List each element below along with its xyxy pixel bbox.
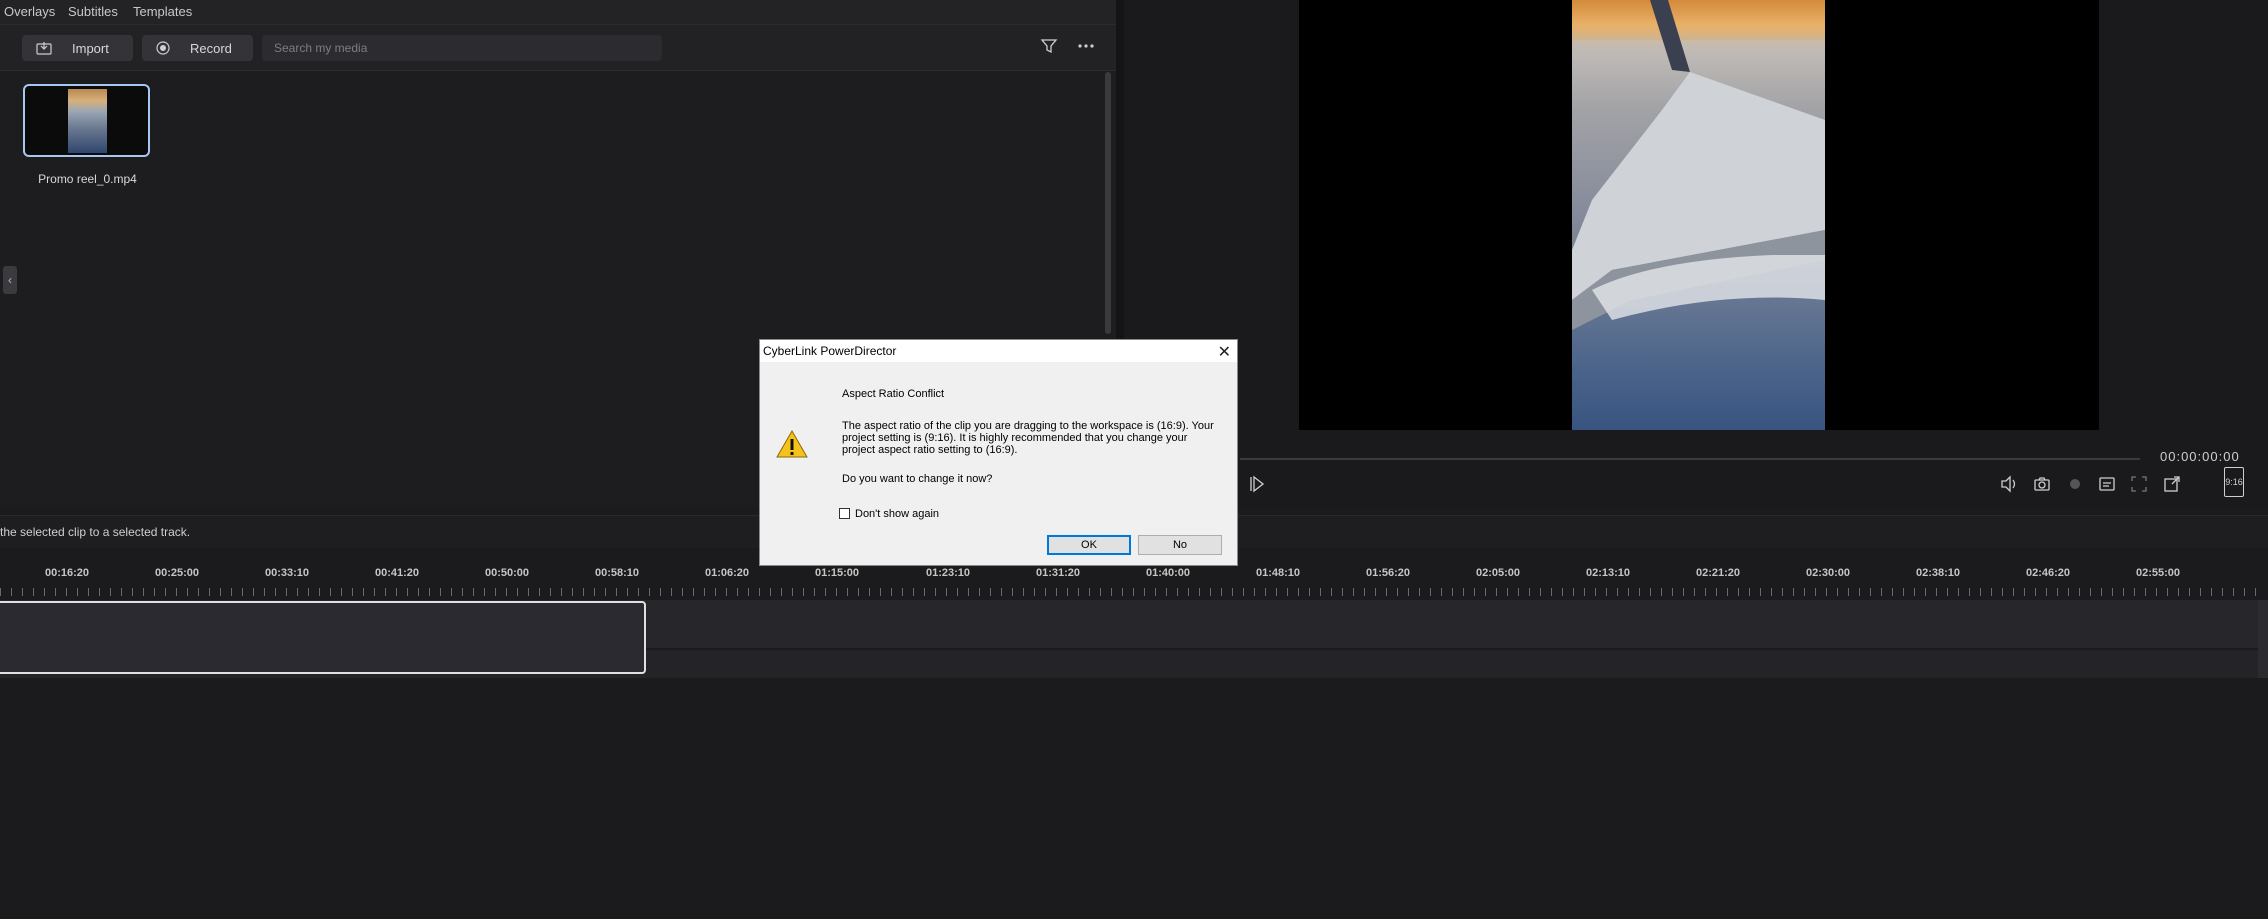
hint-text: the selected clip to a selected track. — [0, 525, 191, 539]
ruler-tick: 00:58:10 — [595, 567, 640, 579]
ruler-tick: 02:38:10 — [1916, 567, 1961, 579]
aspect-ratio-label: 9:16 — [2225, 477, 2243, 487]
airplane-wing-image — [1572, 0, 1825, 430]
zoom-icon[interactable] — [2129, 474, 2149, 494]
ruler-tick: 00:41:20 — [375, 567, 420, 579]
ruler-tick: 00:25:00 — [155, 567, 200, 579]
ruler-tick: 02:55:00 — [2136, 567, 2181, 579]
media-scrollbar[interactable] — [1105, 72, 1111, 334]
import-label: Import — [72, 40, 109, 56]
dont-show-again-checkbox[interactable] — [839, 508, 850, 519]
dont-show-again-label[interactable]: Don't show again — [855, 508, 939, 520]
top-tab-bar: Overlays Subtitles Templates — [0, 0, 1116, 25]
snapshot-icon[interactable] — [2032, 474, 2052, 494]
volume-icon[interactable] — [1999, 474, 2019, 494]
search-input[interactable]: Search my media — [262, 35, 662, 61]
ruler-tick: 01:06:20 — [705, 567, 750, 579]
tab-overlays[interactable]: Overlays — [4, 4, 55, 19]
no-button[interactable]: No — [1138, 535, 1222, 555]
dialog-titlebar: CyberLink PowerDirector ✕ — [760, 340, 1237, 362]
warning-icon — [776, 429, 808, 464]
playback-progress-bar[interactable] — [1240, 458, 2140, 460]
dialog-heading: Aspect Ratio Conflict — [842, 388, 945, 400]
ruler-tick: 01:40:00 — [1146, 567, 1191, 579]
record-icon — [156, 41, 170, 55]
ruler-tick: 02:30:00 — [1806, 567, 1851, 579]
record-label: Record — [190, 40, 232, 56]
import-button[interactable]: Import — [22, 35, 133, 61]
record-button[interactable]: Record — [142, 35, 253, 61]
aspect-ratio-button[interactable]: 9:16 — [2224, 467, 2244, 497]
dialog-message: The aspect ratio of the clip you are dra… — [842, 420, 1214, 456]
ruler-tick: 01:48:10 — [1256, 567, 1301, 579]
ruler-minor-ticks — [0, 588, 2260, 596]
dialog-title: CyberLink PowerDirector — [763, 344, 897, 358]
preview-video-frame — [1572, 0, 1825, 430]
timecode: 00:00:00:00 — [2160, 449, 2240, 464]
thumbnail-image — [68, 89, 107, 153]
record-dot-icon[interactable] — [2065, 474, 2085, 494]
timeline-scrollbar[interactable] — [2258, 600, 2268, 678]
ruler-tick: 01:31:20 — [1036, 567, 1081, 579]
ruler-tick: 01:15:00 — [815, 567, 860, 579]
export-icon[interactable] — [2162, 474, 2182, 494]
ruler-tick: 02:05:00 — [1476, 567, 1521, 579]
media-item-name: Promo reel_0.mp4 — [38, 172, 137, 186]
ruler-tick: 02:21:20 — [1696, 567, 1741, 579]
aspect-ratio-dialog: CyberLink PowerDirector ✕ Aspect Ratio C… — [759, 339, 1238, 566]
ok-button[interactable]: OK — [1047, 535, 1131, 555]
more-icon[interactable] — [1077, 37, 1095, 60]
tab-templates[interactable]: Templates — [133, 4, 192, 19]
close-icon[interactable]: ✕ — [1218, 342, 1231, 362]
play-icon[interactable] — [1246, 474, 1266, 494]
tab-subtitles[interactable]: Subtitles — [68, 4, 118, 19]
media-thumbnail[interactable] — [23, 84, 150, 157]
search-placeholder: Search my media — [274, 41, 368, 55]
ruler-tick: 02:46:20 — [2026, 567, 2071, 579]
ruler-tick: 01:56:20 — [1366, 567, 1411, 579]
filter-icon[interactable] — [1040, 37, 1058, 60]
import-icon — [36, 41, 52, 55]
ruler-tick: 01:23:10 — [926, 567, 971, 579]
ruler-tick: 00:33:10 — [265, 567, 310, 579]
collapse-panel-button[interactable]: ‹ — [3, 266, 17, 294]
ruler-tick: 00:50:00 — [485, 567, 530, 579]
ruler-tick: 00:16:20 — [45, 567, 90, 579]
timeline-clip[interactable] — [0, 601, 646, 674]
dialog-question: Do you want to change it now? — [842, 473, 993, 485]
subtitle-icon[interactable] — [2097, 474, 2117, 494]
ruler-tick: 02:13:10 — [1586, 567, 1631, 579]
chevron-left-icon: ‹ — [8, 273, 12, 287]
